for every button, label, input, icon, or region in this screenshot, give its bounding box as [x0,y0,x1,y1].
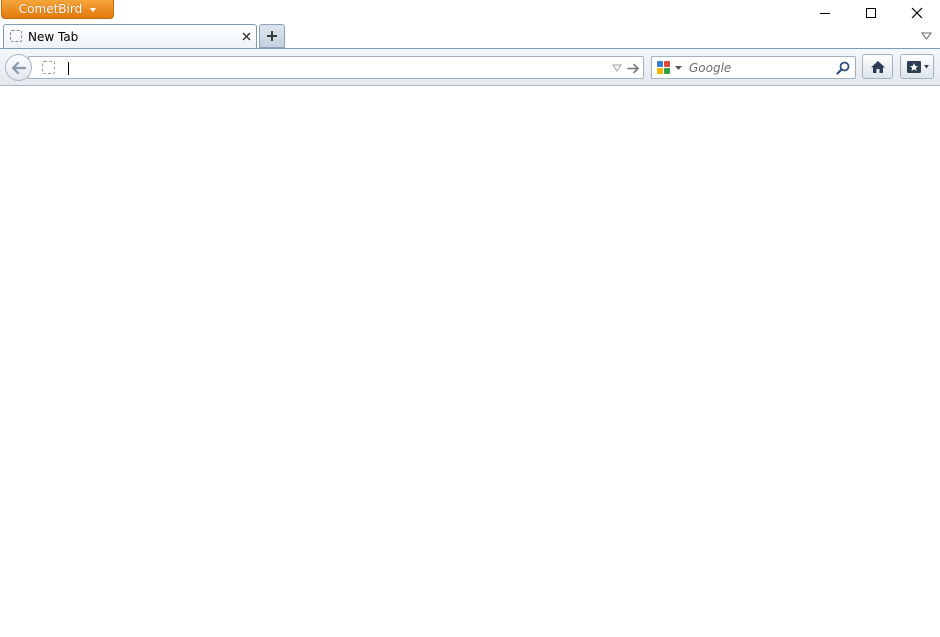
search-bar[interactable] [651,56,856,79]
history-dropdown-button[interactable] [611,63,623,73]
chevron-down-icon [90,7,97,12]
maximize-button[interactable] [848,0,894,26]
chevron-down-icon [675,65,682,70]
page-content[interactable] [0,86,940,637]
close-window-button[interactable] [894,0,940,26]
close-icon [242,32,250,40]
title-bar: CometBird [0,0,940,25]
search-engine-button[interactable] [655,60,685,76]
tab-close-button[interactable] [240,30,252,42]
app-menu-button[interactable]: CometBird [1,0,114,19]
url-input[interactable] [66,58,606,77]
list-all-tabs-button[interactable] [918,28,934,44]
navigation-toolbar [0,48,940,86]
minimize-button[interactable] [802,0,848,26]
back-button[interactable] [5,54,32,81]
google-icon [657,61,670,74]
home-button[interactable] [862,54,893,79]
chevron-down-icon [612,64,622,72]
home-icon [870,60,885,73]
blank-page-icon [10,30,22,42]
minimize-icon [820,13,830,14]
chevron-down-icon [920,32,932,40]
bookmarks-star-icon [906,60,921,73]
back-arrow-icon [11,61,26,74]
tab-new-tab[interactable]: New Tab [3,24,257,49]
new-tab-button[interactable] [259,24,285,48]
search-input[interactable] [689,58,833,77]
go-button[interactable] [626,61,640,75]
browser-window: CometBird New Tab [0,0,940,637]
go-arrow-icon [626,63,639,73]
close-icon [911,7,923,19]
tab-title: New Tab [28,30,79,44]
text-caret [68,62,69,75]
site-identity-icon[interactable] [42,61,55,74]
maximize-icon [866,8,876,18]
url-bar[interactable] [28,56,644,79]
tab-strip: New Tab [0,24,940,49]
chevron-down-icon [923,64,929,68]
search-icon [836,61,850,75]
search-button[interactable] [835,60,851,76]
app-menu-label: CometBird [18,2,83,16]
plus-icon [267,31,277,41]
bookmarks-menu-button[interactable] [900,54,934,79]
